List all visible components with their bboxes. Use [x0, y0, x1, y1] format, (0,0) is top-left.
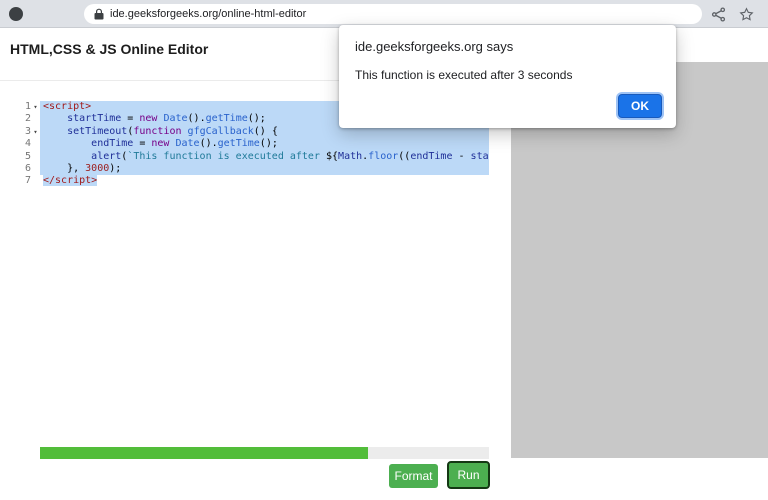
code-editor[interactable]: 1▾<script>2 startTime = new Date().getTi…	[8, 98, 489, 446]
star-icon[interactable]	[739, 7, 754, 22]
line-number: 3▾	[8, 126, 40, 138]
code-line: 5 alert(`This function is executed after…	[8, 151, 489, 163]
url-text: ide.geeksforgeeks.org/online-html-editor	[110, 8, 306, 20]
code-line: 4 endTime = new Date().getTime();	[8, 138, 489, 150]
dialog-message: This function is executed after 3 second…	[355, 68, 660, 82]
fold-marker-icon	[31, 151, 40, 163]
fold-marker-icon	[31, 175, 40, 187]
lock-icon	[94, 8, 104, 20]
line-number: 6	[8, 163, 40, 175]
ok-button[interactable]: OK	[618, 94, 662, 118]
fold-marker-icon[interactable]: ▾	[31, 101, 40, 113]
fold-marker-icon	[31, 113, 40, 125]
browser-menu-icon[interactable]	[9, 7, 23, 21]
line-number: 2	[8, 113, 40, 125]
alert-dialog: ide.geeksforgeeks.org says This function…	[339, 25, 676, 128]
fold-marker-icon	[31, 163, 40, 175]
line-number: 5	[8, 151, 40, 163]
browser-chrome: ide.geeksforgeeks.org/online-html-editor	[0, 0, 768, 28]
format-button[interactable]: Format	[389, 464, 438, 488]
dialog-title: ide.geeksforgeeks.org says	[355, 39, 660, 54]
code-line: 6 }, 3000);	[8, 163, 489, 175]
run-button[interactable]: Run	[447, 461, 490, 489]
url-bar[interactable]: ide.geeksforgeeks.org/online-html-editor	[84, 4, 702, 24]
page-title: HTML,CSS & JS Online Editor	[10, 41, 208, 57]
fold-marker-icon[interactable]: ▾	[31, 126, 40, 138]
line-number: 7	[8, 175, 40, 187]
progress-bar	[40, 447, 489, 459]
line-number: 4	[8, 138, 40, 150]
share-icon[interactable]	[711, 7, 726, 22]
fold-marker-icon	[31, 138, 40, 150]
progress-fill	[40, 447, 368, 459]
code-line: 7</script>	[8, 175, 489, 187]
line-number: 1▾	[8, 101, 40, 113]
